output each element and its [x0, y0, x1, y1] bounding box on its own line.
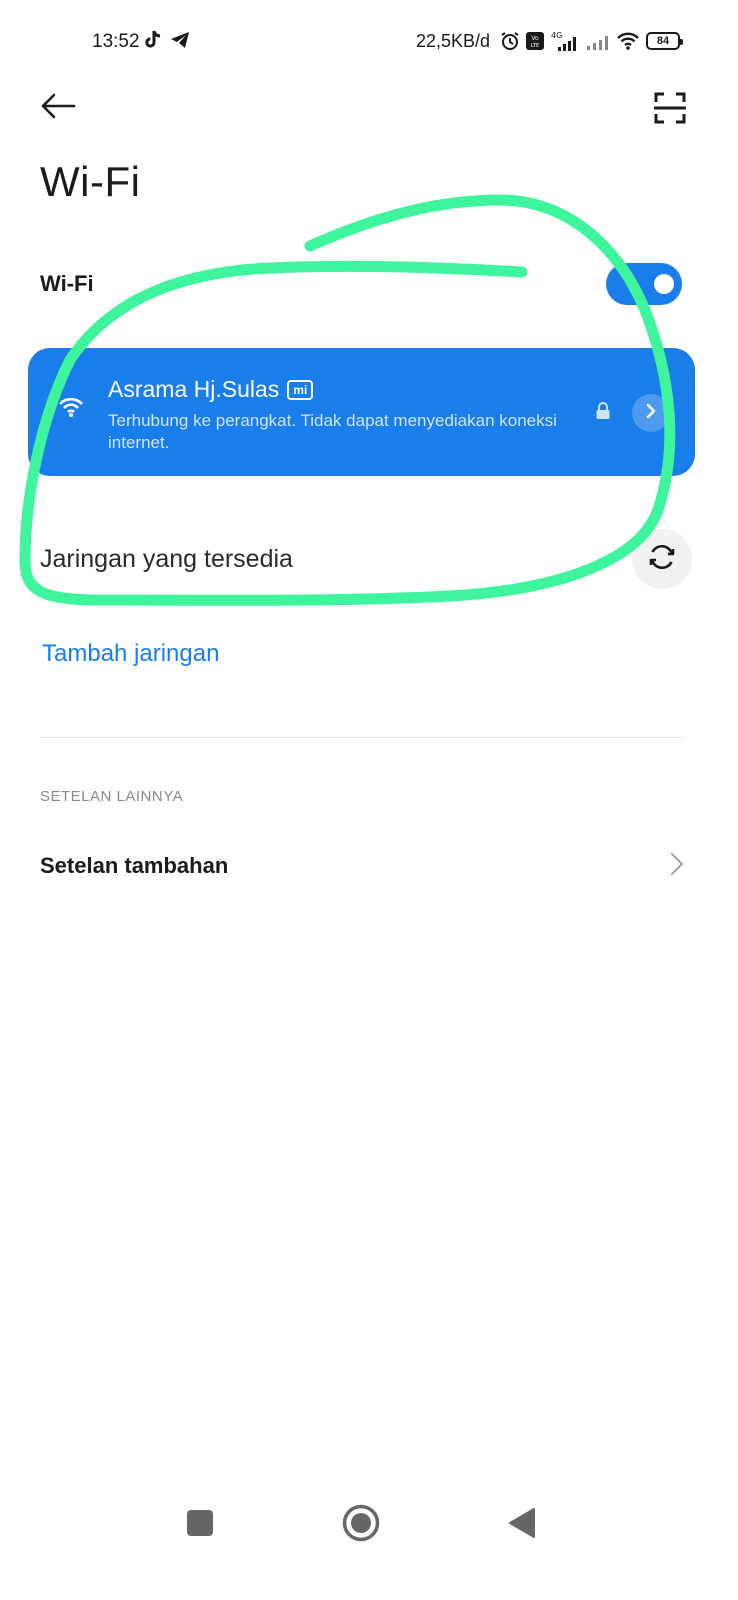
recents-icon — [186, 1509, 214, 1542]
home-icon — [341, 1503, 381, 1548]
svg-text:LTE: LTE — [531, 43, 539, 49]
refresh-button[interactable] — [632, 529, 692, 589]
additional-settings-item[interactable]: Setelan tambahan — [40, 840, 684, 892]
back-button[interactable] — [36, 90, 80, 126]
chevron-right-icon — [670, 852, 684, 881]
qr-scan-icon — [650, 92, 690, 132]
add-network-link[interactable]: Tambah jaringan — [42, 640, 219, 668]
page-title: Wi-Fi — [40, 158, 141, 205]
signal-4g-icon: 4G — [550, 30, 580, 52]
network-name: Asrama Hj.Sulas — [108, 376, 280, 402]
tiktok-icon — [144, 30, 162, 50]
recents-button[interactable] — [170, 1488, 230, 1562]
network-details-button[interactable] — [632, 394, 670, 432]
section-header-other-settings: SETELAN LAINNYA — [40, 788, 184, 805]
status-right: 22,5KB/d Vo LTE 4G 84 — [415, 30, 683, 52]
signal-icon — [586, 31, 610, 51]
status-bar: 13:52 22,5KB/d Vo LTE 4G 84 — [0, 0, 738, 86]
additional-settings-label: Setelan tambahan — [40, 853, 229, 878]
wifi-toggle-row: Wi-Fi — [40, 260, 682, 308]
battery-level: 84 — [656, 35, 670, 47]
connected-network-card[interactable]: Asrama Hj.Sulas mi Terhubung ke perangka… — [28, 348, 695, 476]
divider — [40, 737, 683, 738]
alarm-icon — [500, 31, 520, 51]
toggle-knob — [654, 274, 674, 294]
qr-scan-button[interactable] — [650, 88, 690, 128]
navigation-bar — [0, 1488, 738, 1562]
available-networks-row: Jaringan yang tersedia — [40, 528, 692, 590]
back-nav-button[interactable] — [492, 1488, 552, 1562]
svg-text:Vo: Vo — [531, 35, 539, 42]
arrow-left-icon — [40, 93, 76, 124]
status-time: 13:52 — [92, 31, 140, 52]
network-name-row: Asrama Hj.Sulas mi — [108, 376, 314, 403]
home-button[interactable] — [331, 1488, 391, 1562]
back-icon — [508, 1507, 536, 1544]
svg-text:4G: 4G — [551, 31, 562, 40]
network-status: Terhubung ke perangkat. Tidak dapat meny… — [108, 411, 557, 452]
volte-icon: Vo LTE — [526, 32, 544, 50]
available-networks-label: Jaringan yang tersedia — [40, 544, 293, 573]
refresh-icon — [647, 542, 677, 577]
wifi-signal-icon — [58, 396, 84, 423]
battery-icon: 84 — [646, 32, 683, 50]
wifi-icon — [616, 31, 640, 51]
telegram-icon — [170, 31, 190, 49]
network-speed: 22,5KB/d — [415, 30, 490, 51]
chevron-right-icon — [645, 403, 657, 424]
notification-icons — [144, 30, 190, 50]
wifi-toggle-label: Wi-Fi — [40, 271, 94, 296]
lock-icon — [595, 402, 611, 425]
mi-badge: mi — [287, 379, 314, 400]
wifi-toggle[interactable] — [606, 263, 682, 305]
